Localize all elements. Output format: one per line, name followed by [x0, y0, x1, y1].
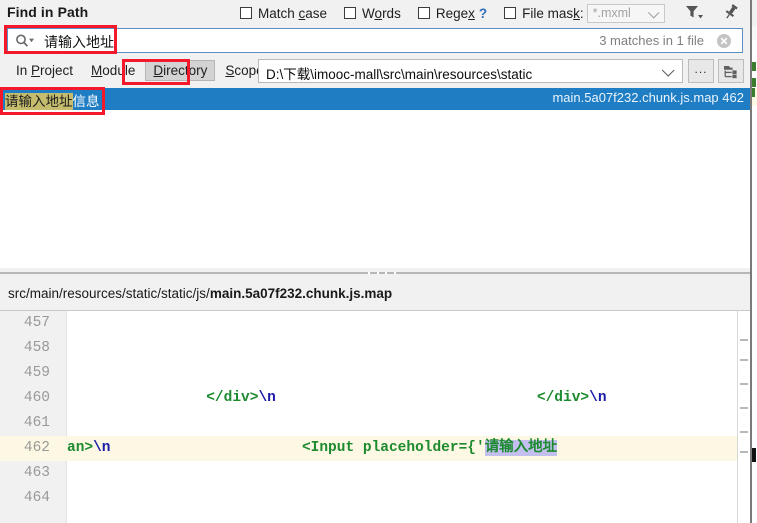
code-line-text: an>\n <Input placeholder={'请输入地址: [67, 436, 558, 461]
pin-icon[interactable]: [722, 3, 740, 24]
find-in-path-screen: Find in Path Match case Words Regex ? Fi…: [0, 0, 757, 523]
preview-file-path: src/main/resources/static/static/js/main…: [8, 286, 392, 301]
scope-tab-directory[interactable]: Directory: [145, 60, 216, 81]
code-line: 457: [0, 311, 750, 336]
result-text-after: 信息: [72, 94, 100, 109]
chevron-down-icon: [647, 6, 660, 19]
code-token: \n: [93, 440, 111, 456]
line-number: 462: [0, 436, 58, 461]
search-row: 请输入地址 3 matches in 1 file: [0, 26, 750, 56]
browse-button-label: ...: [694, 62, 708, 76]
chevron-down-icon[interactable]: [661, 64, 675, 77]
preview-path-prefix: src/main/resources/static/static/js/: [8, 286, 210, 301]
code-token: <Input placeholder={': [301, 440, 485, 456]
code-scrollbar[interactable]: [737, 311, 750, 523]
line-number: 459: [23, 365, 50, 381]
code-line: 461: [0, 411, 750, 436]
code-token: an>: [67, 440, 94, 456]
words-checkbox[interactable]: [344, 7, 357, 19]
find-in-path-dialog: Find in Path Match case Words Regex ? Fi…: [0, 0, 750, 523]
code-line: 459: [0, 361, 750, 386]
code-line: 463: [0, 461, 750, 486]
search-options-group: Match case Words Regex ? File mask: *.mx…: [240, 3, 682, 23]
result-file-info: main.5a07f232.chunk.js.map 462: [552, 90, 744, 105]
file-mask-dropdown[interactable]: *.mxml: [586, 3, 665, 23]
regex-checkbox[interactable]: [417, 7, 430, 19]
code-token: </div>: [206, 390, 259, 406]
filter-icon[interactable]: [684, 4, 704, 23]
match-case-checkbox[interactable]: [240, 7, 252, 19]
line-number: 461: [23, 415, 50, 431]
code-line: 460 </div>\n </div>\n: [0, 386, 750, 411]
file-mask-checkbox[interactable]: [504, 7, 517, 19]
code-line: 464: [0, 486, 750, 511]
background-window-sliver: [752, 0, 757, 523]
option-words[interactable]: Words: [344, 6, 401, 21]
file-mask-value: *.mxml: [592, 5, 631, 20]
line-number: 460: [23, 390, 50, 406]
file-mask-label: File mask:: [522, 5, 584, 21]
regex-help-icon[interactable]: ?: [479, 6, 487, 21]
dialog-title: Find in Path: [7, 4, 89, 20]
result-text: 请输入地址信息: [5, 90, 100, 110]
result-match-highlight: 请输入地址: [5, 93, 73, 110]
search-icon[interactable]: [15, 33, 35, 49]
search-input-value: 请输入地址: [44, 34, 114, 50]
directory-path-value: D:\下载\imooc-mall\src\main\resources\stat…: [266, 67, 533, 82]
line-number: 464: [23, 490, 50, 506]
match-case-label: Match case: [258, 5, 328, 21]
result-line-number: 462: [722, 90, 744, 105]
scope-row: In Project Module Directory Scope D:\下载\…: [0, 56, 750, 88]
titlebar-tools: [684, 3, 740, 24]
code-token: \n: [589, 390, 607, 406]
code-preview[interactable]: 457 458 459 460 </div>\n </div>\n 461 462 an>\…: [0, 311, 750, 523]
directory-path-combo[interactable]: D:\下载\imooc-mall\src\main\resources\stat…: [258, 59, 683, 83]
code-line: 462 an>\n <Input placeholder={'请输入地址: [0, 436, 750, 461]
option-match-case[interactable]: Match case: [240, 6, 327, 21]
line-number: 458: [23, 340, 50, 356]
clear-icon[interactable]: [716, 33, 732, 49]
words-label: Words: [362, 5, 401, 21]
folder-tree-icon[interactable]: [718, 59, 744, 83]
scope-tab-in-project[interactable]: In Project: [8, 60, 81, 81]
code-line-text: </div>\n </div>\n: [67, 386, 607, 411]
code-token: </div>: [536, 390, 590, 406]
splitter-grip: [368, 272, 396, 274]
scope-tab-group: In Project Module Directory Scope: [8, 60, 274, 81]
window-edge-divider: [750, 0, 752, 523]
dialog-titlebar: Find in Path Match case Words Regex ? Fi…: [0, 0, 750, 26]
scope-tab-module[interactable]: Module: [83, 60, 143, 81]
option-regex[interactable]: Regex ?: [417, 5, 487, 21]
regex-label: Regex: [435, 5, 475, 21]
results-list[interactable]: 请输入地址信息 main.5a07f232.chunk.js.map 462: [0, 88, 750, 268]
preview-file-name: main.5a07f232.chunk.js.map: [209, 286, 393, 301]
search-input[interactable]: 请输入地址 3 matches in 1 file: [7, 28, 743, 53]
code-match-highlight: 请输入地址: [484, 440, 558, 456]
result-file-name: main.5a07f232.chunk.js.map: [552, 90, 719, 105]
line-number: 457: [23, 315, 50, 331]
code-token: \n: [258, 390, 276, 406]
result-row[interactable]: 请输入地址信息 main.5a07f232.chunk.js.map 462: [0, 88, 750, 110]
browse-button[interactable]: ...: [688, 59, 714, 83]
option-file-mask[interactable]: File mask: *.mxml: [504, 3, 665, 23]
preview-header: src/main/resources/static/static/js/main…: [0, 278, 750, 311]
code-line: 458: [0, 336, 750, 361]
line-number: 463: [23, 465, 50, 481]
match-count-label: 3 matches in 1 file: [599, 33, 704, 48]
